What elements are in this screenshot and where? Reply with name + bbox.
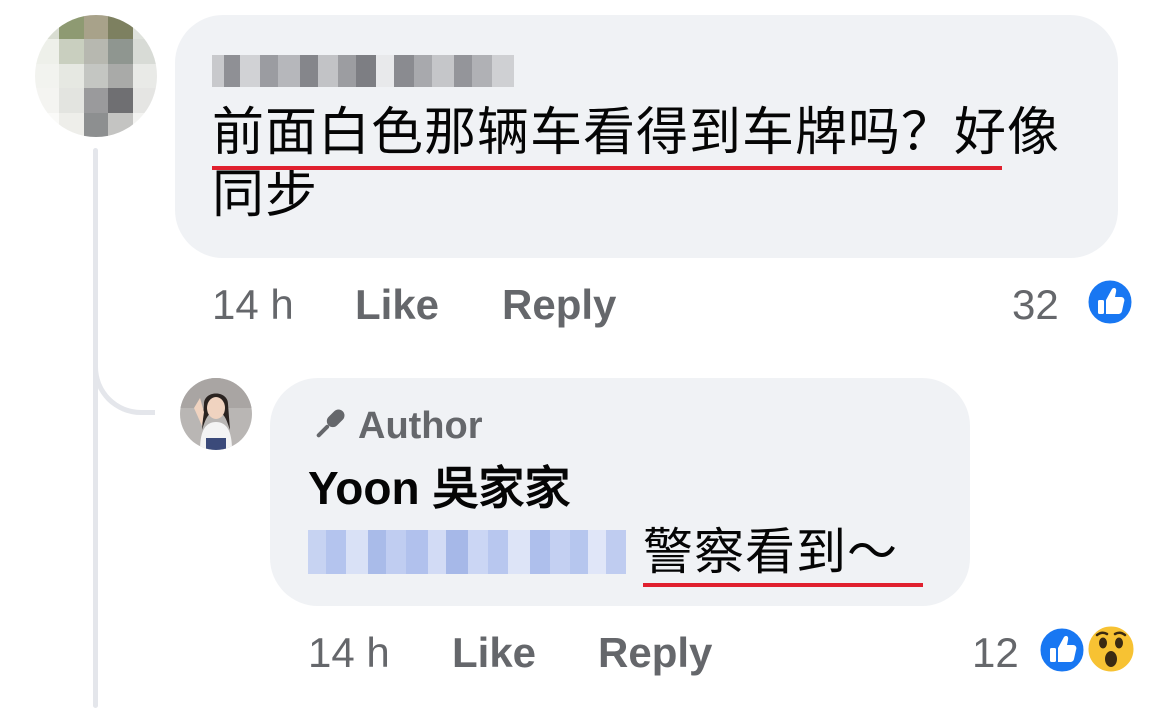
thread-line xyxy=(93,148,98,708)
thread-connector xyxy=(93,340,155,415)
reply-text: 警察看到～ xyxy=(643,524,898,580)
reaction-count[interactable]: 12 xyxy=(972,628,1019,678)
red-underline xyxy=(212,166,1002,170)
reply-button[interactable]: Reply xyxy=(598,628,712,678)
reply-button[interactable]: Reply xyxy=(502,280,616,330)
blurred-mention[interactable] xyxy=(308,530,626,574)
comment-timestamp[interactable]: 14 h xyxy=(212,280,294,330)
like-icon[interactable] xyxy=(1037,625,1087,680)
microphone-icon xyxy=(310,404,350,449)
red-underline xyxy=(643,583,923,587)
author-badge: Author xyxy=(310,403,483,449)
reply-timestamp[interactable]: 14 h xyxy=(308,628,390,678)
like-button[interactable]: Like xyxy=(452,628,536,678)
comment-text: 前面白色那辆车看得到车牌吗？好像同步 xyxy=(212,104,1061,224)
wow-icon[interactable] xyxy=(1085,623,1137,680)
reply-author-name[interactable]: Yoon 吳家家 xyxy=(308,460,570,516)
blurred-author-name[interactable] xyxy=(212,55,514,87)
author-avatar[interactable] xyxy=(180,378,252,450)
author-badge-label: Author xyxy=(358,405,483,447)
like-icon[interactable] xyxy=(1085,277,1135,332)
like-button[interactable]: Like xyxy=(355,280,439,330)
commenter-avatar[interactable] xyxy=(35,15,157,137)
reaction-count[interactable]: 32 xyxy=(1012,280,1059,330)
